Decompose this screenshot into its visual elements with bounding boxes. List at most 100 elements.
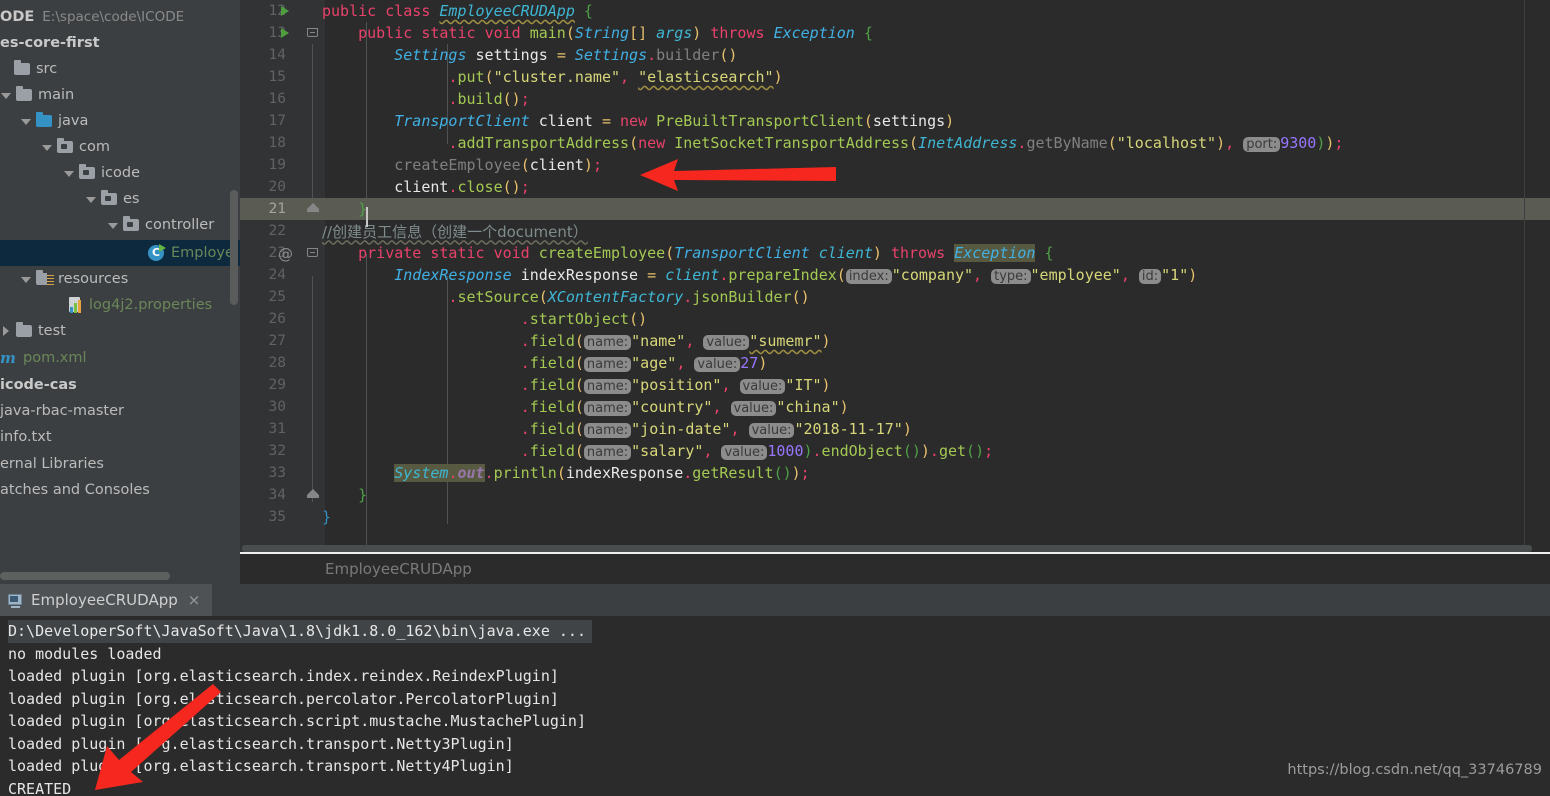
code-line-current[interactable]: 21 }	[240, 198, 1550, 220]
text-caret	[366, 207, 368, 227]
code-editor[interactable]: 12 public class EmployeeCRUDApp { 13 pub…	[240, 0, 1550, 556]
code-line[interactable]: 17 TransportClient client = new PreBuilt…	[240, 110, 1550, 132]
chevron-down-icon[interactable]	[0, 89, 13, 102]
code-line[interactable]: 25 .setSource(XContentFactory.jsonBuilde…	[240, 286, 1550, 308]
code-line[interactable]: 34 }	[240, 484, 1550, 506]
project-root-header[interactable]: ODE E:\space\code\ICODE	[0, 4, 240, 30]
console-line-text: D:\DeveloperSoft\JavaSoft\Java\1.8\jdk1.…	[8, 620, 592, 643]
scrollbar-thumb[interactable]	[242, 545, 1532, 552]
code-line[interactable]: 18 .addTransportAddress(new InetSocketTr…	[240, 132, 1550, 154]
code-line[interactable]: 16 .build();	[240, 88, 1550, 110]
tree-item-label: test	[38, 323, 66, 339]
tree-item-es[interactable]: es	[0, 186, 240, 212]
tree-item-external-libraries[interactable]: ernal Libraries	[0, 451, 240, 477]
code-line[interactable]: 15 .put("cluster.name", "elasticsearch")	[240, 66, 1550, 88]
code-content: .addTransportAddress(new InetSocketTrans…	[448, 134, 1344, 152]
project-root-path: E:\space\code\ICODE	[42, 9, 185, 25]
properties-file-icon	[68, 297, 84, 313]
breadcrumb-class[interactable]: EmployeeCRUDApp	[325, 560, 472, 578]
code-content: IndexResponse indexResponse = client.pre…	[394, 266, 1198, 284]
project-tree-panel[interactable]: ODE E:\space\code\ICODE es-core-first sr…	[0, 0, 240, 588]
scrollbar-thumb[interactable]	[0, 572, 170, 580]
code-line[interactable]: 32 .field(name: "salary", value: 1000).end…	[240, 440, 1550, 462]
chevron-down-icon[interactable]	[20, 115, 33, 128]
tree-item-src[interactable]: src	[0, 56, 240, 82]
code-line[interactable]: 22 //创建员工信息（创建一个document）	[240, 220, 1550, 242]
tree-item-icode-cas[interactable]: icode-cas	[0, 372, 240, 398]
fold-end-icon[interactable]	[306, 487, 320, 503]
tree-item-java-rbac-master[interactable]: java-rbac-master	[0, 398, 240, 424]
chevron-down-icon[interactable]	[63, 167, 76, 180]
param-hint-index: index:	[845, 269, 892, 284]
code-line[interactable]: 20 client.close();	[240, 176, 1550, 198]
param-hint-value: value:	[721, 445, 768, 460]
tree-item-label: src	[36, 61, 58, 77]
tree-item-label: com	[79, 139, 110, 155]
run-tab-employee-crud-app[interactable]: EmployeeCRUDApp ×	[0, 584, 213, 616]
code-line[interactable]: 30 .field(name: "country", value: "china")	[240, 396, 1550, 418]
chevron-down-icon[interactable]	[20, 273, 33, 286]
breadcrumb[interactable]: EmployeeCRUDApp	[240, 554, 1550, 584]
chevron-down-icon[interactable]	[41, 141, 54, 154]
project-tree-horizontal-scrollbar[interactable]	[0, 570, 240, 582]
tree-item-java[interactable]: java	[0, 108, 240, 134]
project-tree-vertical-scrollbar[interactable]	[228, 0, 240, 570]
chevron-right-icon[interactable]	[0, 325, 13, 338]
run-tool-window[interactable]: EmployeeCRUDApp × D:\DeveloperSoft\JavaS…	[0, 584, 1550, 796]
tree-item-resources[interactable]: resources	[0, 266, 240, 292]
console-line-text: loaded plugin [org.elasticsearch.transpo…	[8, 757, 514, 775]
tree-item-label: controller	[145, 217, 215, 233]
tree-item-icode[interactable]: icode	[0, 160, 240, 186]
tree-item-label: es-core-first	[0, 35, 100, 51]
code-line[interactable]: 26 .startObject()	[240, 308, 1550, 330]
tree-item-pom-xml[interactable]: m pom.xml	[0, 345, 240, 371]
code-line[interactable]: 19 createEmployee(client);	[240, 154, 1550, 176]
tree-item-main[interactable]: main	[0, 82, 240, 108]
code-content: .field(name: "age", value: 27)	[520, 354, 768, 372]
fold-region-icon[interactable]	[306, 245, 320, 261]
tree-item-com[interactable]: com	[0, 134, 240, 160]
run-gutter-icon[interactable]	[278, 26, 292, 40]
code-line[interactable]: 13 public static void main(String[] args…	[240, 22, 1550, 44]
tree-item-scratches-and-consoles[interactable]: atches and Consoles	[0, 477, 240, 503]
console-line-text: loaded plugin [org.elasticsearch.index.r…	[8, 667, 559, 685]
line-number: 16	[268, 91, 286, 107]
annotation-gutter-icon[interactable]: @	[278, 245, 294, 263]
tree-item-info-txt[interactable]: info.txt	[0, 424, 240, 450]
code-line[interactable]: 24 IndexResponse indexResponse = client.…	[240, 264, 1550, 286]
line-number: 27	[268, 333, 286, 349]
watermark: https://blog.csdn.net/qq_33746789	[1287, 762, 1542, 778]
run-tab-bar[interactable]: EmployeeCRUDApp ×	[0, 584, 1550, 616]
close-icon[interactable]: ×	[188, 591, 201, 609]
code-content: createEmployee(client);	[394, 156, 602, 174]
tree-item-test[interactable]: test	[0, 318, 240, 344]
code-line[interactable]: 27 .field(name: "name", value: "sumemr")	[240, 330, 1550, 352]
code-content: .field(name: "name", value: "sumemr")	[520, 332, 831, 350]
code-line[interactable]: 29 .field(name: "position", value: "IT")	[240, 374, 1550, 396]
code-line[interactable]: 28 .field(name: "age", value: 27)	[240, 352, 1550, 374]
line-number: 31	[268, 421, 286, 437]
code-line[interactable]: 23 @ private static void createEmployee(…	[240, 242, 1550, 264]
code-line[interactable]: 14 Settings settings = Settings.builder(…	[240, 44, 1550, 66]
chevron-down-icon[interactable]	[85, 193, 98, 206]
tree-item-log4j2-properties[interactable]: log4j2.properties	[0, 292, 240, 318]
tree-item-employee-crud-app[interactable]: C Employe	[0, 240, 240, 266]
fold-end-icon[interactable]	[306, 201, 320, 217]
line-number: 33	[268, 465, 286, 481]
code-line[interactable]: 33 System.out.println(indexResponse.getR…	[240, 462, 1550, 484]
code-line[interactable]: 35 }	[240, 506, 1550, 528]
chevron-down-icon[interactable]	[107, 219, 120, 232]
tree-item-es-core-first[interactable]: es-core-first	[0, 30, 240, 56]
param-hint-name: name:	[583, 423, 632, 438]
tree-item-controller[interactable]: controller	[0, 212, 240, 238]
code-line[interactable]: 12 public class EmployeeCRUDApp {	[240, 0, 1550, 22]
fold-region-icon[interactable]	[306, 25, 320, 41]
run-gutter-icon[interactable]	[278, 4, 292, 18]
code-line[interactable]: 31 .field(name: "join-date", value: "2018-…	[240, 418, 1550, 440]
package-icon	[101, 190, 118, 206]
code-comment: //创建员工信息（创建一个document）	[322, 222, 588, 241]
scrollbar-thumb[interactable]	[230, 190, 238, 305]
project-root-name: ODE	[0, 9, 35, 25]
line-number: 14	[268, 47, 286, 63]
tree-item-label: icode-cas	[0, 377, 77, 393]
